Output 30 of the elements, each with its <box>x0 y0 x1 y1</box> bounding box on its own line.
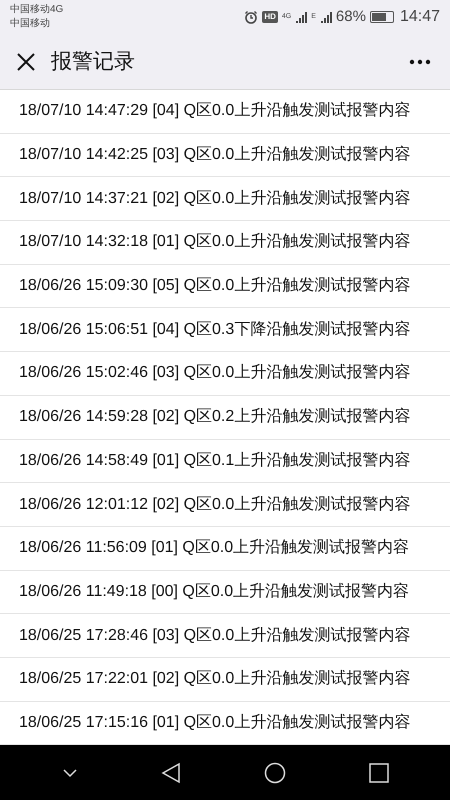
alarm-record[interactable]: 18/07/10 14:37:21 [02] Q区0.0上升沿触发测试报警内容 <box>0 177 450 222</box>
carrier-name: 中国移动 <box>10 17 51 31</box>
alarm-record[interactable]: 18/06/26 14:59:28 [02] Q区0.2上升沿触发测试报警内容 <box>0 396 450 440</box>
back-icon[interactable] <box>160 762 180 784</box>
page-title: 报警记录 <box>51 48 135 75</box>
alarm-record[interactable]: 18/06/26 15:09:30 [05] Q区0.0上升沿触发测试报警内容 <box>0 264 450 308</box>
signal-icon <box>295 11 308 23</box>
signal-icon <box>320 11 332 23</box>
alarm-record[interactable]: 18/06/26 15:06:51 [04] Q区0.3下降沿触发测试报警内容 <box>0 308 450 352</box>
more-icon <box>409 58 431 64</box>
alarm-record[interactable]: 18/06/25 17:28:46 [03] Q区0.0上升沿触发测试报警内容 <box>0 614 450 658</box>
alarm-record[interactable]: 18/06/26 14:58:49 [01] Q区0.1上升沿触发测试报警内容 <box>0 440 450 484</box>
recent-apps-icon[interactable] <box>368 762 388 782</box>
clock-time: 14:47 <box>400 7 440 27</box>
alarm-clock-icon <box>244 10 258 24</box>
alarm-record[interactable]: 18/06/26 12:01:12 [02] Q区0.0上升沿触发测试报警内容 <box>0 483 450 527</box>
alarm-record[interactable]: 18/06/25 17:22:01 [02] Q区0.0上升沿触发测试报警内容 <box>0 658 450 702</box>
alarm-record[interactable]: 18/07/10 14:32:18 [01] Q区0.0上升沿触发测试报警内容 <box>0 221 450 265</box>
chevron-down-icon[interactable] <box>62 768 78 778</box>
alarm-record[interactable]: 18/07/10 14:42:25 [03] Q区0.0上升沿触发测试报警内容 <box>0 134 450 178</box>
alarm-record[interactable]: 18/06/26 15:02:46 [03] Q区0.0上升沿触发测试报警内容 <box>0 352 450 396</box>
hd-badge: HD <box>262 11 278 23</box>
alarm-record[interactable]: 18/06/26 11:56:09 [01] Q区0.0上升沿触发测试报警内容 <box>0 526 450 571</box>
battery-percent: 68% <box>336 6 366 27</box>
carrier-name: 中国移动4G <box>10 3 64 17</box>
alarm-record[interactable]: 18/06/26 11:49:18 [00] Q区0.0上升沿触发测试报警内容 <box>0 570 450 614</box>
battery-icon <box>370 11 394 23</box>
home-icon[interactable] <box>264 762 286 784</box>
alarm-record[interactable]: 18/07/10 14:47:29 [04] Q区0.0上升沿触发测试报警内容 <box>0 90 450 134</box>
close-icon <box>16 52 36 72</box>
